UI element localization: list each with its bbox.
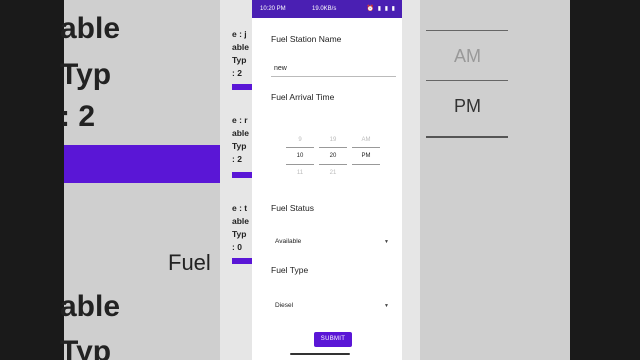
background-strip — [402, 0, 420, 360]
status-time: 10:20 PM — [260, 6, 286, 12]
station-name-label: Fuel Station Name — [271, 34, 342, 44]
hour-selected[interactable]: 10 — [286, 153, 314, 159]
background-divider — [426, 80, 508, 81]
ampm-prev[interactable]: AM — [352, 137, 380, 143]
status-network-speed: 19.0KB/s — [312, 6, 337, 12]
background-left: able Typ : 2 able Typ Fuel — [0, 0, 220, 360]
minute-prev[interactable]: 19 — [319, 137, 347, 143]
phone-screen: 10:20 PM 19.0KB/s ⏰ ▮ ▮ ▮ Fuel Station N… — [252, 0, 402, 360]
background-fuel-text: Fuel — [168, 250, 211, 275]
background-list-item: e : j able Typ : 2 — [232, 29, 250, 78]
background-pm-text: PM — [454, 96, 481, 116]
picker-divider — [286, 164, 314, 165]
background-right: AM PM — [420, 0, 640, 360]
background-divider — [426, 30, 508, 31]
background-divider — [426, 136, 508, 138]
background-right-panel — [420, 0, 570, 360]
background-purple-bar — [64, 145, 220, 183]
hour-next[interactable]: 11 — [286, 170, 314, 176]
status-bar: 10:20 PM 19.0KB/s ⏰ ▮ ▮ ▮ — [252, 0, 402, 18]
hour-prev[interactable]: 9 — [286, 137, 314, 143]
fuel-type-select[interactable]: Diesel ▼ — [271, 299, 393, 313]
picker-divider — [352, 147, 380, 148]
gesture-nav-bar — [290, 353, 350, 355]
background-purple-bar — [232, 258, 252, 264]
ampm-selected[interactable]: PM — [352, 153, 380, 159]
background-text: able — [60, 12, 121, 45]
minute-next[interactable]: 21 — [319, 170, 347, 176]
submit-button[interactable]: SUBMIT — [314, 332, 352, 347]
background-purple-bar — [232, 84, 252, 90]
fuel-status-select[interactable]: Available ▼ — [271, 235, 393, 249]
background-text: : 2 — [60, 100, 96, 133]
background-text: able — [60, 290, 121, 323]
background-strip: e : j able Typ : 2 e : r able Typ : 2 e … — [220, 0, 252, 360]
background-am-text: AM — [454, 46, 481, 66]
picker-divider — [286, 147, 314, 148]
background-purple-bar — [232, 172, 252, 178]
arrival-time-label: Fuel Arrival Time — [271, 92, 335, 102]
background-text: Typ — [60, 58, 112, 91]
picker-divider — [319, 147, 347, 148]
background-list-item: e : r able Typ : 2 — [232, 115, 250, 164]
fuel-status-label: Fuel Status — [271, 203, 314, 213]
background-text: Typ — [60, 335, 112, 360]
picker-divider — [352, 164, 380, 165]
minute-selected[interactable]: 20 — [319, 153, 347, 159]
fuel-type-label: Fuel Type — [271, 265, 309, 275]
fuel-status-value: Available — [275, 238, 302, 245]
fuel-type-value: Diesel — [275, 302, 294, 309]
station-name-input[interactable]: new — [271, 62, 396, 77]
dropdown-arrow-icon: ▼ — [384, 239, 389, 245]
status-icons: ⏰ ▮ ▮ ▮ — [366, 6, 396, 12]
background-list-item: e : t able Typ : 0 — [232, 203, 250, 252]
picker-divider — [319, 164, 347, 165]
dropdown-arrow-icon: ▼ — [384, 303, 389, 309]
